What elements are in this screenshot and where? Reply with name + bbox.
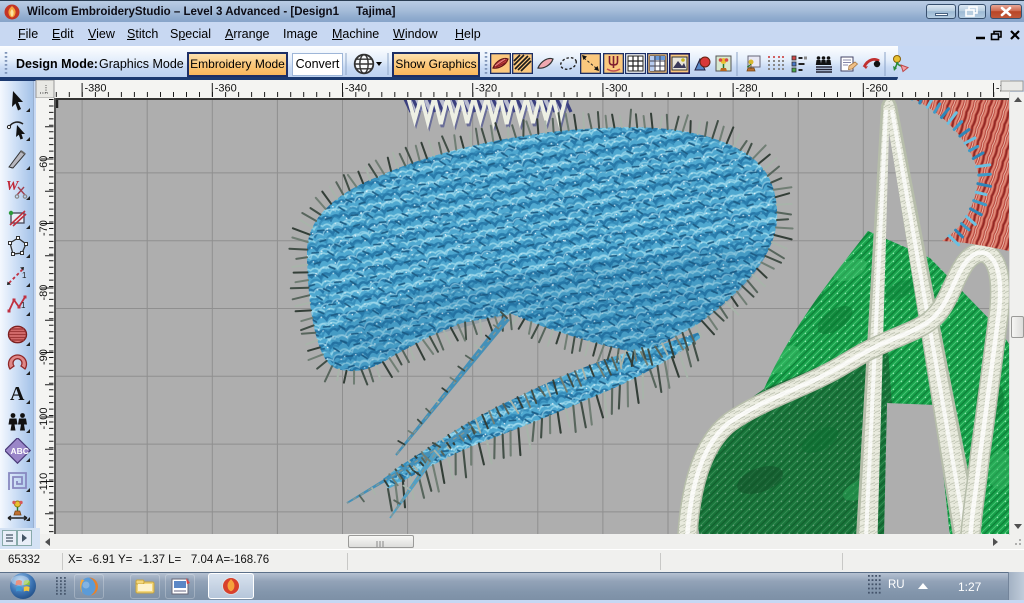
svg-text:-90: -90 xyxy=(38,349,50,365)
svg-text:-70: -70 xyxy=(38,220,50,236)
svg-text:-100: -100 xyxy=(38,407,50,429)
svg-text:-80: -80 xyxy=(38,285,50,301)
svg-text:-60: -60 xyxy=(38,156,50,172)
svg-text:-110: -110 xyxy=(38,473,50,494)
